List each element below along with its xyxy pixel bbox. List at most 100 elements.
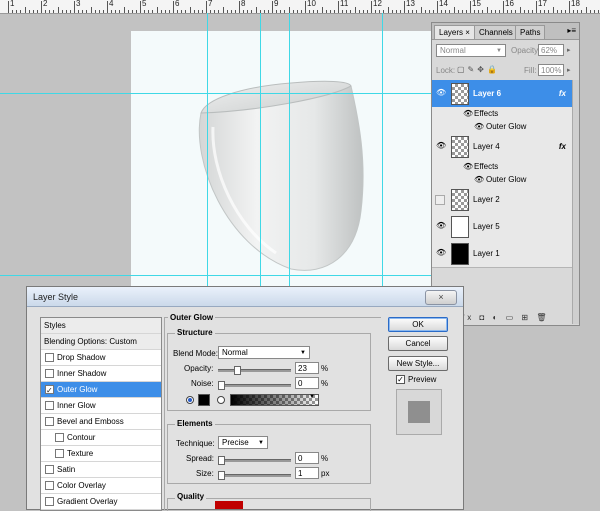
folder-icon[interactable]: ▭ — [506, 313, 517, 322]
gradient-radio[interactable] — [217, 396, 225, 404]
checkbox[interactable] — [45, 353, 54, 362]
size-slider-knob[interactable] — [218, 471, 226, 480]
visibility-toggle[interactable] — [435, 195, 445, 205]
style-item-inner-shadow[interactable]: Inner Shadow — [41, 366, 161, 382]
effects-row[interactable]: 👁 Effects — [432, 107, 572, 121]
ok-button[interactable]: OK — [388, 317, 448, 332]
checkbox[interactable] — [45, 481, 54, 490]
layer-row[interactable]: 👁 Layer 6 fx — [432, 80, 572, 108]
noise-field[interactable]: 0 — [295, 377, 319, 389]
checkbox[interactable] — [45, 417, 54, 426]
style-item-texture[interactable]: Texture — [41, 446, 161, 462]
ruler-number: 1 — [10, 0, 15, 8]
ruler-tick — [57, 7, 59, 13]
adjustment-icon[interactable]: ◐ — [493, 313, 501, 322]
effect-row[interactable]: 👁 Outer Glow — [432, 120, 572, 134]
ruler-tick — [111, 10, 113, 13]
gradient-picker[interactable] — [230, 394, 319, 406]
guide-horizontal[interactable] — [0, 275, 431, 276]
size-field[interactable]: 1 — [295, 467, 319, 479]
opacity-field[interactable]: 23 — [295, 362, 319, 374]
tab-layers[interactable]: Layers × — [434, 25, 475, 39]
eye-icon[interactable]: 👁 — [474, 122, 484, 131]
eye-icon[interactable]: 👁 — [463, 109, 473, 118]
fx-icon[interactable]: fx — [559, 89, 566, 98]
fx-icon[interactable]: fx — [559, 142, 566, 151]
ruler-tick — [465, 10, 467, 13]
eye-icon[interactable]: 👁 — [474, 175, 484, 184]
tab-paths[interactable]: Paths — [515, 25, 546, 39]
checkbox[interactable] — [45, 497, 54, 506]
noise-slider[interactable] — [218, 381, 291, 390]
fill-arrow-icon[interactable]: ▸ — [567, 66, 571, 74]
ruler-tick — [280, 10, 282, 13]
guide-horizontal[interactable] — [0, 93, 431, 94]
checkbox[interactable] — [45, 465, 54, 474]
visibility-eye-icon[interactable]: 👁 — [436, 222, 446, 230]
opacity-slider[interactable] — [218, 366, 291, 375]
horizontal-ruler[interactable]: 1 2 3 4 5 6 7 8 9 10 11 12 13 14 15 16 17 18 — [0, 0, 600, 14]
opacity-arrow-icon[interactable]: ▸ — [567, 46, 571, 54]
visibility-eye-icon[interactable]: 👁 — [436, 249, 446, 257]
effect-row[interactable]: 👁 Outer Glow — [432, 173, 572, 187]
opacity-field[interactable]: 62% — [538, 44, 564, 56]
guide-vertical[interactable] — [382, 13, 383, 300]
styles-header[interactable]: Styles — [41, 318, 161, 334]
layer-row[interactable]: 👁 Layer 4 fx — [432, 133, 572, 161]
spread-slider-knob[interactable] — [218, 456, 225, 465]
eye-icon[interactable]: 👁 — [463, 162, 473, 171]
style-item-color-overlay[interactable]: Color Overlay — [41, 478, 161, 494]
tab-label: Paths — [520, 28, 541, 37]
checkbox[interactable] — [45, 369, 54, 378]
lock-icons[interactable]: ▢✎✥🔒 — [457, 65, 500, 74]
tab-channels[interactable]: Channels — [474, 25, 518, 39]
close-tab-icon[interactable]: × — [465, 28, 470, 37]
ruler-tick — [503, 1, 504, 13]
layers-scrollbar[interactable] — [572, 80, 579, 324]
trash-icon[interactable]: 🗑 — [536, 313, 549, 322]
technique-select[interactable]: Precise ▼ — [218, 436, 268, 449]
dialog-titlebar[interactable]: Layer Style × — [27, 287, 463, 307]
cancel-button[interactable]: Cancel — [388, 336, 448, 351]
mask-icon[interactable]: ◘ — [479, 313, 487, 322]
visibility-eye-icon[interactable]: 👁 — [436, 89, 446, 97]
close-button[interactable]: × — [425, 290, 457, 305]
new-style-button[interactable]: New Style... — [388, 356, 448, 371]
checkbox[interactable] — [45, 383, 54, 398]
guide-vertical[interactable] — [260, 13, 261, 300]
fill-field[interactable]: 100% — [538, 64, 564, 76]
blend-mode-dropdown[interactable]: Normal ▼ — [436, 44, 506, 57]
guide-vertical[interactable] — [207, 13, 208, 300]
size-slider[interactable] — [218, 471, 291, 480]
spread-slider[interactable] — [218, 456, 291, 465]
visibility-eye-icon[interactable]: 👁 — [436, 142, 446, 150]
spread-field[interactable]: 0 — [295, 452, 319, 464]
preview-checkbox[interactable]: ✓ — [396, 375, 405, 384]
opacity-slider-knob[interactable] — [233, 366, 241, 375]
style-item-satin[interactable]: Satin — [41, 462, 161, 478]
layer-row[interactable]: 👁 Layer 5 — [432, 213, 572, 241]
document-canvas[interactable] — [131, 31, 431, 288]
panel-menu-icon[interactable]: ▸≡ — [567, 26, 576, 35]
style-item-outer-glow[interactable]: Outer Glow — [41, 382, 161, 398]
blending-options-item[interactable]: Blending Options: Custom — [41, 334, 161, 350]
checkbox[interactable] — [45, 401, 54, 410]
glow-color-swatch[interactable] — [198, 394, 210, 406]
checkbox[interactable] — [55, 433, 64, 442]
new-layer-icon[interactable]: ⊞ — [521, 313, 531, 322]
chevron-down-icon[interactable]: ▼ — [309, 394, 315, 400]
effects-row[interactable]: 👁 Effects — [432, 160, 572, 174]
color-radio[interactable] — [186, 396, 194, 404]
ruler-tick — [507, 10, 509, 13]
blend-mode-select[interactable]: Normal ▼ — [218, 346, 310, 359]
guide-vertical[interactable] — [289, 13, 290, 300]
style-item-bevel-emboss[interactable]: Bevel and Emboss — [41, 414, 161, 430]
style-item-drop-shadow[interactable]: Drop Shadow — [41, 350, 161, 366]
noise-slider-knob[interactable] — [218, 381, 225, 390]
layer-row[interactable]: Layer 2 — [432, 186, 572, 214]
ruler-tick — [272, 1, 273, 13]
checkbox[interactable] — [55, 449, 64, 458]
style-item-inner-glow[interactable]: Inner Glow — [41, 398, 161, 414]
layer-row[interactable]: 👁 Layer 1 — [432, 240, 572, 268]
style-item-contour[interactable]: Contour — [41, 430, 161, 446]
